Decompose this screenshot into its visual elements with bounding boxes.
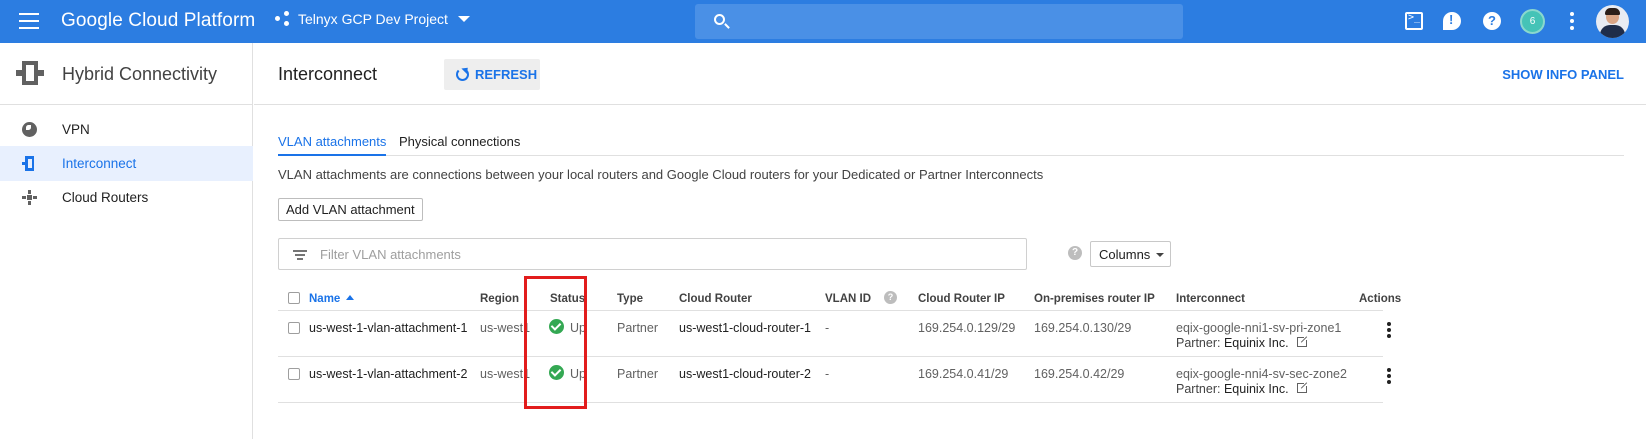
partner-name: Equinix Inc. bbox=[1223, 336, 1289, 350]
check-circle-icon bbox=[549, 319, 564, 334]
cloud-router-ip: 169.254.0.41/29 bbox=[918, 367, 1009, 381]
row-checkbox[interactable] bbox=[288, 322, 300, 334]
sidebar-item-cloud-routers[interactable]: Cloud Routers bbox=[0, 180, 253, 215]
page-title: Interconnect bbox=[278, 64, 378, 84]
table-header-row: Name Region Status Type Cloud Router VLA… bbox=[278, 286, 1401, 311]
router-icon bbox=[22, 190, 37, 205]
tab-physical-connections[interactable]: Physical connections bbox=[399, 125, 520, 156]
sidebar-item-vpn[interactable]: VPN bbox=[0, 112, 253, 147]
onprem-router-ip: 169.254.0.42/29 bbox=[1034, 367, 1125, 381]
chevron-down-icon bbox=[457, 16, 470, 22]
refresh-icon bbox=[456, 68, 469, 81]
feedback-icon[interactable] bbox=[1443, 12, 1461, 30]
sidebar-item-interconnect[interactable]: Interconnect bbox=[0, 146, 253, 181]
help-icon[interactable]: ? bbox=[1068, 246, 1082, 260]
row-actions-menu-icon[interactable] bbox=[1387, 368, 1391, 384]
cloud-router-link[interactable]: us-west1-cloud-router-2 bbox=[679, 367, 811, 381]
column-header-status[interactable]: Status bbox=[550, 293, 585, 305]
notifications-badge[interactable]: 6 bbox=[1520, 9, 1545, 34]
onprem-router-ip: 169.254.0.130/29 bbox=[1034, 321, 1132, 335]
type: Partner bbox=[617, 321, 658, 335]
search-input[interactable] bbox=[695, 4, 1183, 39]
region: us-west1 bbox=[480, 367, 531, 381]
column-header-label: Name bbox=[309, 293, 341, 305]
project-selector[interactable]: Telnyx GCP Dev Project bbox=[275, 11, 470, 27]
tab-vlan-attachments[interactable]: VLAN attachments bbox=[278, 125, 387, 156]
refresh-button[interactable]: REFRESH bbox=[444, 59, 540, 90]
interconnect-icon bbox=[22, 156, 37, 171]
project-icon bbox=[275, 11, 291, 27]
column-header-cloud-router-ip[interactable]: Cloud Router IP bbox=[918, 293, 1005, 305]
brand-title[interactable]: Google Cloud Platform bbox=[61, 10, 255, 32]
partner-prefix: Partner: bbox=[1176, 382, 1221, 396]
sidebar-item-label: VPN bbox=[62, 122, 90, 137]
sidebar: Hybrid Connectivity VPN Interconnect Clo… bbox=[0, 43, 253, 439]
column-header-onprem-ip[interactable]: On-premises router IP bbox=[1034, 293, 1155, 305]
cloud-router-link[interactable]: us-west1-cloud-router-1 bbox=[679, 321, 811, 335]
cloud-shell-icon[interactable] bbox=[1405, 12, 1423, 30]
filter-icon bbox=[293, 250, 307, 260]
interconnect-name: eqix-google-nni1-sv-pri-zone1 bbox=[1176, 321, 1342, 335]
top-bar: Google Cloud Platform Telnyx GCP Dev Pro… bbox=[0, 0, 1646, 43]
partner-name: Equinix Inc. bbox=[1223, 382, 1289, 396]
tab-bar: VLAN attachments Physical connections bbox=[278, 125, 1624, 156]
status: Up bbox=[570, 367, 586, 381]
vlan-id: - bbox=[825, 321, 830, 335]
column-header-cloud-router[interactable]: Cloud Router bbox=[679, 293, 752, 305]
filter-input[interactable]: Filter VLAN attachments bbox=[278, 238, 1027, 270]
add-vlan-attachment-button[interactable]: Add VLAN attachment bbox=[278, 198, 423, 221]
globe-icon bbox=[22, 122, 37, 137]
column-header-name[interactable]: Name bbox=[309, 293, 355, 305]
page-header: Interconnect REFRESH SHOW INFO PANEL bbox=[254, 43, 1646, 105]
type: Partner bbox=[617, 367, 658, 381]
column-header-vlan-id[interactable]: VLAN ID bbox=[825, 293, 871, 305]
sidebar-item-label: Interconnect bbox=[62, 156, 137, 171]
columns-dropdown[interactable]: Columns bbox=[1090, 241, 1171, 267]
attachment-name[interactable]: us-west-1-vlan-attachment-2 bbox=[309, 367, 467, 381]
partner-info: Partner: Equinix Inc. bbox=[1176, 381, 1309, 396]
select-all-checkbox[interactable] bbox=[288, 292, 300, 304]
cloud-router-ip: 169.254.0.129/29 bbox=[918, 321, 1016, 335]
table-row[interactable]: us-west-1-vlan-attachment-2 us-west1 Up … bbox=[278, 357, 1391, 403]
main-content: Interconnect REFRESH SHOW INFO PANEL VLA… bbox=[254, 43, 1646, 439]
columns-label: Columns bbox=[1099, 247, 1151, 262]
region: us-west1 bbox=[480, 321, 531, 335]
column-header-actions: Actions bbox=[1359, 293, 1402, 305]
sidebar-title: Hybrid Connectivity bbox=[62, 64, 218, 84]
more-vert-icon[interactable] bbox=[1570, 12, 1574, 30]
partner-prefix: Partner: bbox=[1176, 336, 1221, 350]
partner-info: Partner: Equinix Inc. bbox=[1176, 335, 1309, 350]
row-actions-menu-icon[interactable] bbox=[1387, 322, 1391, 338]
row-checkbox[interactable] bbox=[288, 368, 300, 380]
table-row[interactable]: us-west-1-vlan-attachment-1 us-west1 Up … bbox=[278, 311, 1391, 357]
attachment-name[interactable]: us-west-1-vlan-attachment-1 bbox=[309, 321, 467, 335]
sidebar-header: Hybrid Connectivity bbox=[0, 43, 252, 105]
menu-icon[interactable] bbox=[19, 13, 39, 29]
column-header-region[interactable]: Region bbox=[480, 293, 519, 305]
show-info-panel-button[interactable]: SHOW INFO PANEL bbox=[1502, 67, 1624, 82]
hybrid-connectivity-icon bbox=[16, 61, 44, 85]
column-header-type[interactable]: Type bbox=[617, 293, 643, 305]
project-name: Telnyx GCP Dev Project bbox=[298, 11, 448, 27]
search-icon bbox=[714, 14, 725, 25]
filter-placeholder: Filter VLAN attachments bbox=[320, 247, 461, 262]
status: Up bbox=[570, 321, 586, 335]
help-icon[interactable] bbox=[1483, 12, 1501, 30]
help-icon[interactable]: ? bbox=[884, 291, 897, 304]
external-link-icon[interactable] bbox=[1296, 335, 1309, 347]
refresh-label: REFRESH bbox=[475, 67, 538, 82]
sidebar-item-label: Cloud Routers bbox=[62, 190, 149, 205]
avatar[interactable] bbox=[1596, 5, 1629, 38]
check-circle-icon bbox=[549, 365, 564, 380]
vlan-id: - bbox=[825, 367, 830, 381]
chevron-down-icon bbox=[1156, 253, 1164, 257]
description-text: VLAN attachments are connections between… bbox=[278, 167, 1044, 182]
column-header-interconnect[interactable]: Interconnect bbox=[1176, 293, 1245, 305]
external-link-icon[interactable] bbox=[1296, 381, 1309, 393]
interconnect-name: eqix-google-nni4-sv-sec-zone2 bbox=[1176, 367, 1347, 381]
sort-ascending-icon bbox=[346, 295, 355, 300]
